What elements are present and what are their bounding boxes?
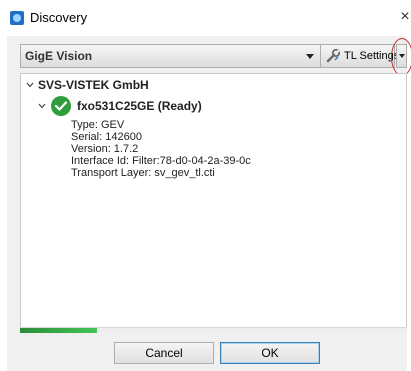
wrench-icon [326, 48, 341, 63]
tree-node-vendor[interactable]: SVS-VISTEK GmbH [38, 78, 149, 92]
device-detail-transport-layer: Transport Layer: sv_gev_tl.cti [71, 167, 215, 179]
tl-settings-button[interactable]: TL Settings [320, 44, 399, 68]
device-detail-interface-id: Interface Id: Filter:78-d0-04-2a-39-0c [71, 155, 251, 167]
device-detail-type: Type: GEV [71, 119, 125, 131]
discovery-app-icon [10, 11, 24, 25]
discovery-window: Discovery × GigE Vision TL Settings SVS-… [0, 0, 411, 371]
tree-node-device[interactable]: fxo531C25GE (Ready) [77, 99, 202, 113]
chevron-down-icon [306, 54, 314, 59]
dialog-body: GigE Vision TL Settings SVS-VISTEK GmbH [7, 36, 411, 371]
cancel-button[interactable]: Cancel [114, 342, 214, 364]
device-detail-serial: Serial: 142600 [71, 131, 142, 143]
check-icon [51, 96, 71, 116]
title-bar: Discovery × [0, 0, 411, 36]
device-detail-version: Version: 1.7.2 [71, 143, 139, 155]
expand-chevron-icon[interactable] [26, 81, 34, 89]
interface-selected-value: GigE Vision [25, 49, 93, 63]
progress-bar-fill [20, 328, 98, 333]
progress-bar [20, 327, 407, 333]
window-title: Discovery [30, 10, 88, 25]
highlight-circle [391, 38, 411, 76]
ok-button[interactable]: OK [220, 342, 320, 364]
close-icon[interactable]: × [395, 6, 411, 28]
expand-chevron-icon[interactable] [38, 102, 46, 110]
interface-dropdown[interactable]: GigE Vision [20, 44, 323, 68]
device-tree: SVS-VISTEK GmbH fxo531C25GE (Ready) Type… [20, 73, 407, 328]
